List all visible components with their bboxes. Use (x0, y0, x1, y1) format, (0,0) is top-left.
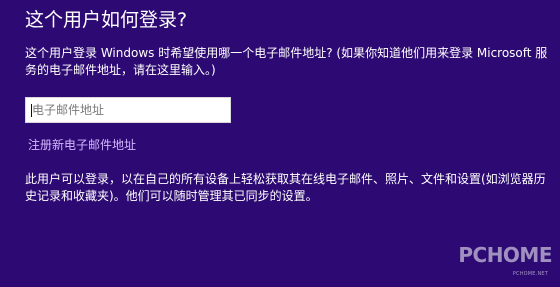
info-line: 此用户可以登录，以在自己的所有设备上轻松获取其在线电子邮件、照片、文件和设置(如… (25, 172, 546, 186)
add-user-email-page: 这个用户如何登录? 这个用户登录 Windows 时希望使用哪一个电子邮件地址?… (0, 0, 560, 287)
register-new-email-link[interactable]: 注册新电子邮件地址 (28, 137, 136, 153)
pchome-watermark: PCHOME PCHOME.NET (458, 245, 552, 285)
page-title: 这个用户如何登录? (25, 9, 188, 31)
prompt-line: 务的电子邮件地址，请在这里输入。) (25, 63, 216, 77)
watermark-logo: PCHOME (458, 243, 552, 267)
email-field[interactable] (26, 98, 230, 122)
email-field-container[interactable] (25, 97, 231, 123)
info-line: 史记录和收藏夹)。他们可以随时管理其已同步的设置。 (25, 189, 318, 203)
watermark-small-text: PCHOME.NET (512, 271, 548, 277)
text-cursor (31, 104, 32, 117)
prompt-line: 这个用户登录 Windows 时希望使用哪一个电子邮件地址? (如果你知道他们用… (25, 46, 548, 60)
email-prompt-text: 这个用户登录 Windows 时希望使用哪一个电子邮件地址? (如果你知道他们用… (25, 45, 548, 79)
sync-info-text: 此用户可以登录，以在自己的所有设备上轻松获取其在线电子邮件、照片、文件和设置(如… (25, 171, 546, 205)
